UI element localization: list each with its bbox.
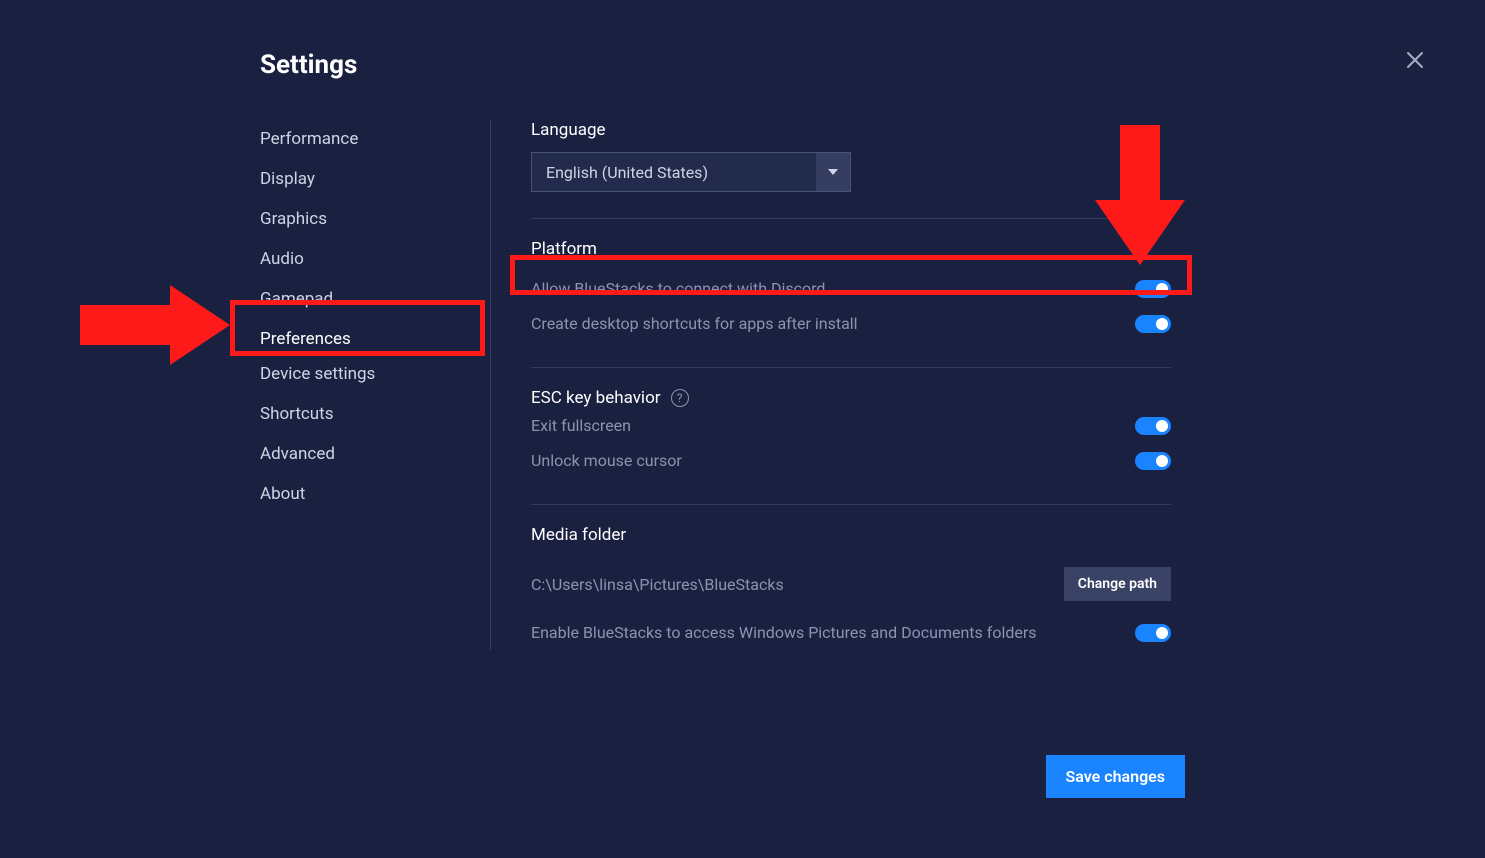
esc-label: ESC key behavior: [531, 388, 661, 408]
exit-fullscreen-toggle[interactable]: [1135, 417, 1171, 435]
desktop-shortcuts-toggle[interactable]: [1135, 315, 1171, 333]
row-desktop-shortcuts: Create desktop shortcuts for apps after …: [531, 306, 1171, 341]
unlock-mouse-toggle[interactable]: [1135, 452, 1171, 470]
chevron-down-icon: [816, 153, 850, 191]
save-changes-button[interactable]: Save changes: [1046, 755, 1185, 798]
row-unlock-mouse: Unlock mouse cursor: [531, 443, 1171, 478]
unlock-mouse-text: Unlock mouse cursor: [531, 451, 682, 470]
desktop-shortcuts-text: Create desktop shortcuts for apps after …: [531, 314, 858, 333]
access-folders-text: Enable BlueStacks to access Windows Pict…: [531, 623, 1037, 642]
divider: [531, 218, 1171, 219]
row-exit-fullscreen: Exit fullscreen: [531, 408, 1171, 443]
language-label: Language: [531, 120, 1171, 140]
sidebar-item-device-settings[interactable]: Device settings: [260, 355, 375, 393]
discord-text: Allow BlueStacks to connect with Discord: [531, 279, 825, 298]
discord-toggle[interactable]: [1135, 280, 1171, 298]
row-access-folders: Enable BlueStacks to access Windows Pict…: [531, 615, 1171, 650]
vertical-divider: [490, 120, 491, 650]
platform-label: Platform: [531, 239, 1171, 259]
sidebar: Performance Display Graphics Audio Gamep…: [260, 120, 490, 650]
close-icon[interactable]: [1405, 50, 1425, 70]
sidebar-item-display[interactable]: Display: [260, 160, 315, 198]
sidebar-item-performance[interactable]: Performance: [260, 120, 358, 158]
divider: [531, 367, 1171, 368]
sidebar-item-advanced[interactable]: Advanced: [260, 435, 335, 473]
divider: [531, 504, 1171, 505]
help-icon[interactable]: ?: [671, 389, 689, 407]
sidebar-item-about[interactable]: About: [260, 475, 305, 513]
page-title: Settings: [260, 50, 1385, 80]
language-dropdown[interactable]: English (United States): [531, 152, 851, 192]
content-panel: Language English (United States) Platfor…: [531, 120, 1171, 650]
sidebar-item-graphics[interactable]: Graphics: [260, 200, 327, 238]
exit-fullscreen-text: Exit fullscreen: [531, 416, 631, 435]
media-folder-label: Media folder: [531, 525, 1171, 545]
language-selected: English (United States): [532, 163, 708, 182]
sidebar-item-gamepad[interactable]: Gamepad: [260, 280, 333, 318]
row-discord: Allow BlueStacks to connect with Discord: [531, 271, 1171, 306]
media-path-text: C:\Users\linsa\Pictures\BlueStacks: [531, 575, 784, 594]
sidebar-item-audio[interactable]: Audio: [260, 240, 304, 278]
sidebar-item-shortcuts[interactable]: Shortcuts: [260, 395, 334, 433]
sidebar-item-preferences[interactable]: Preferences: [260, 320, 351, 353]
access-folders-toggle[interactable]: [1135, 624, 1171, 642]
row-media-path: C:\Users\linsa\Pictures\BlueStacks Chang…: [531, 557, 1171, 615]
change-path-button[interactable]: Change path: [1064, 567, 1171, 601]
